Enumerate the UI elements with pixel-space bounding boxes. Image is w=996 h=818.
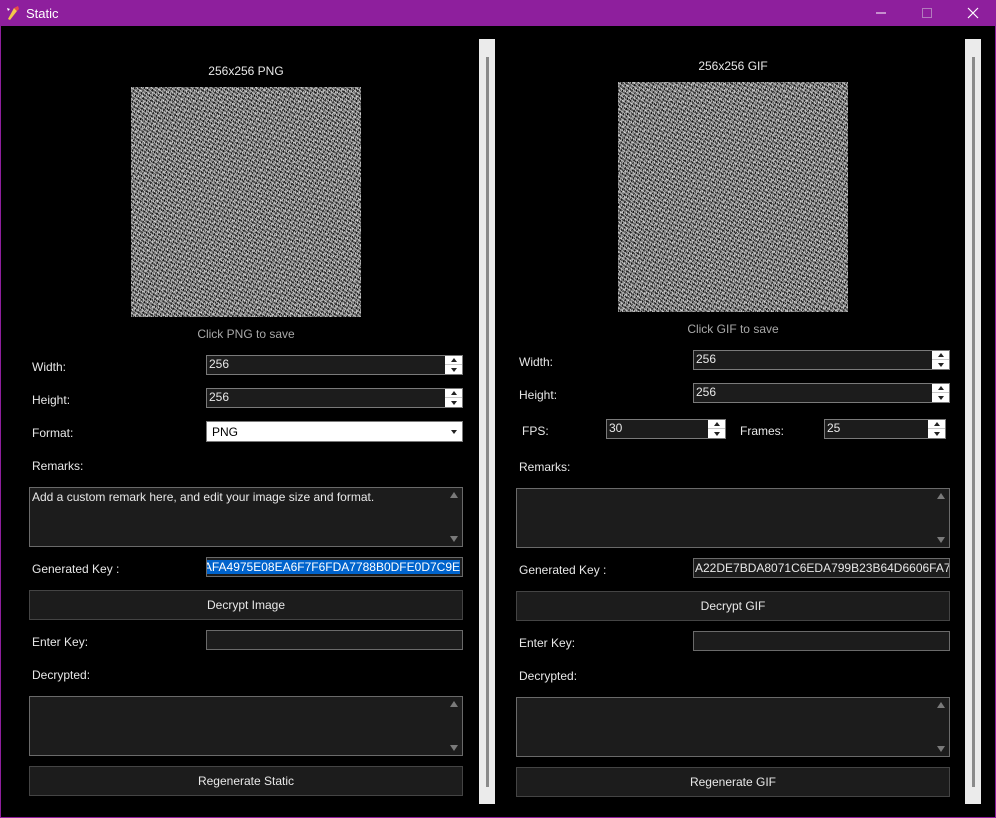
- dropdown-arrow-icon[interactable]: [445, 422, 462, 441]
- gif-remarks-scrollbar[interactable]: [932, 489, 949, 547]
- gif-width-stepper[interactable]: 256: [693, 350, 950, 370]
- decrypt-image-button[interactable]: Decrypt Image: [29, 590, 463, 620]
- spin-down-icon[interactable]: [708, 429, 725, 438]
- spin-down-icon[interactable]: [928, 429, 945, 438]
- png-generated-key-value[interactable]: 25923AFA4975E08EA6F7F6FDA7788B0DFE0D7C9E: [207, 560, 460, 574]
- png-remarks-text[interactable]: Add a custom remark here, and edit your …: [32, 490, 444, 504]
- png-generated-key-label: Generated Key :: [32, 562, 120, 576]
- png-panel-scrollbar-thumb[interactable]: [486, 57, 489, 787]
- minimize-button[interactable]: [858, 0, 904, 26]
- gif-static-image[interactable]: [618, 82, 848, 312]
- title-bar[interactable]: Static: [0, 0, 996, 26]
- png-enter-key-label: Enter Key:: [32, 635, 89, 649]
- png-format-select[interactable]: PNG: [206, 421, 463, 442]
- png-caption: 256x256 PNG: [208, 64, 284, 78]
- gif-fps-stepper[interactable]: 30: [606, 419, 726, 439]
- gif-save-hint: Click GIF to save: [687, 322, 779, 336]
- maximize-icon: [922, 8, 932, 18]
- regenerate-static-button[interactable]: Regenerate Static: [29, 766, 463, 796]
- png-width-label: Width:: [32, 360, 67, 374]
- gif-width-value[interactable]: 256: [694, 351, 932, 369]
- png-width-value[interactable]: 256: [207, 356, 445, 374]
- spin-down-icon[interactable]: [932, 393, 949, 402]
- gif-generated-key-label: Generated Key :: [519, 563, 607, 577]
- gif-frames-stepper[interactable]: 25: [824, 419, 946, 439]
- gif-generated-key-value[interactable]: A22DE7BDA8071C6EDA799B23B64D6606FA70684: [695, 561, 949, 575]
- png-static-image[interactable]: [131, 87, 361, 317]
- maximize-button[interactable]: [904, 0, 950, 26]
- gif-remarks-label: Remarks:: [519, 460, 571, 474]
- spin-up-icon[interactable]: [928, 420, 945, 429]
- gif-panel-scrollbar-thumb[interactable]: [972, 57, 975, 787]
- spin-up-icon[interactable]: [932, 351, 949, 360]
- png-decrypted-scrollbar[interactable]: [445, 697, 462, 755]
- png-save-hint: Click PNG to save: [197, 327, 295, 341]
- spin-up-icon[interactable]: [445, 389, 462, 398]
- png-generated-key-field[interactable]: 25923AFA4975E08EA6F7F6FDA7788B0DFE0D7C9E: [206, 557, 463, 577]
- gif-frames-value[interactable]: 25: [825, 420, 928, 438]
- png-remarks-textarea[interactable]: Add a custom remark here, and edit your …: [29, 487, 463, 547]
- png-format-label: Format:: [32, 426, 74, 440]
- spin-down-icon[interactable]: [445, 398, 462, 407]
- spin-up-icon[interactable]: [708, 420, 725, 429]
- gif-enter-key-label: Enter Key:: [519, 636, 576, 650]
- png-height-stepper[interactable]: 256: [206, 388, 463, 408]
- gif-remarks-textarea[interactable]: [516, 488, 950, 548]
- spin-down-icon[interactable]: [445, 365, 462, 374]
- window-title: Static: [26, 6, 59, 21]
- png-remarks-label: Remarks:: [32, 459, 84, 473]
- gif-frames-label: Frames:: [740, 424, 785, 438]
- gif-height-value[interactable]: 256: [694, 384, 932, 402]
- gif-enter-key-input[interactable]: [693, 631, 950, 651]
- gif-decrypted-textarea[interactable]: [516, 697, 950, 757]
- png-height-label: Height:: [32, 393, 71, 407]
- png-decrypted-label: Decrypted:: [32, 668, 91, 682]
- window-frame-left: [0, 26, 1, 818]
- gif-panel-scrollbar[interactable]: [965, 39, 981, 804]
- spin-up-icon[interactable]: [445, 356, 462, 365]
- gif-height-label: Height:: [519, 388, 558, 402]
- spin-up-icon[interactable]: [932, 384, 949, 393]
- gif-fps-value[interactable]: 30: [607, 420, 708, 438]
- png-width-stepper[interactable]: 256: [206, 355, 463, 375]
- spin-down-icon[interactable]: [932, 360, 949, 369]
- gif-height-stepper[interactable]: 256: [693, 383, 950, 403]
- decrypt-gif-button[interactable]: Decrypt GIF: [516, 591, 950, 621]
- minimize-icon: [876, 12, 886, 14]
- png-panel-scrollbar[interactable]: [479, 39, 495, 804]
- png-format-value: PNG: [212, 425, 239, 439]
- close-button[interactable]: [950, 0, 996, 26]
- png-height-value[interactable]: 256: [207, 389, 445, 407]
- gif-fps-label: FPS:: [522, 424, 549, 438]
- regenerate-gif-button[interactable]: Regenerate GIF: [516, 767, 950, 797]
- gif-decrypted-label: Decrypted:: [519, 669, 578, 683]
- png-remarks-scrollbar[interactable]: [445, 488, 462, 546]
- close-icon: [967, 7, 979, 19]
- gif-caption: 256x256 GIF: [698, 59, 768, 73]
- gif-generated-key-field[interactable]: A22DE7BDA8071C6EDA799B23B64D6606FA70684: [693, 558, 950, 578]
- png-enter-key-input[interactable]: [206, 630, 463, 650]
- gif-width-label: Width:: [519, 355, 554, 369]
- png-decrypted-textarea[interactable]: [29, 696, 463, 756]
- app-icon: [7, 6, 19, 20]
- gif-decrypted-scrollbar[interactable]: [932, 698, 949, 756]
